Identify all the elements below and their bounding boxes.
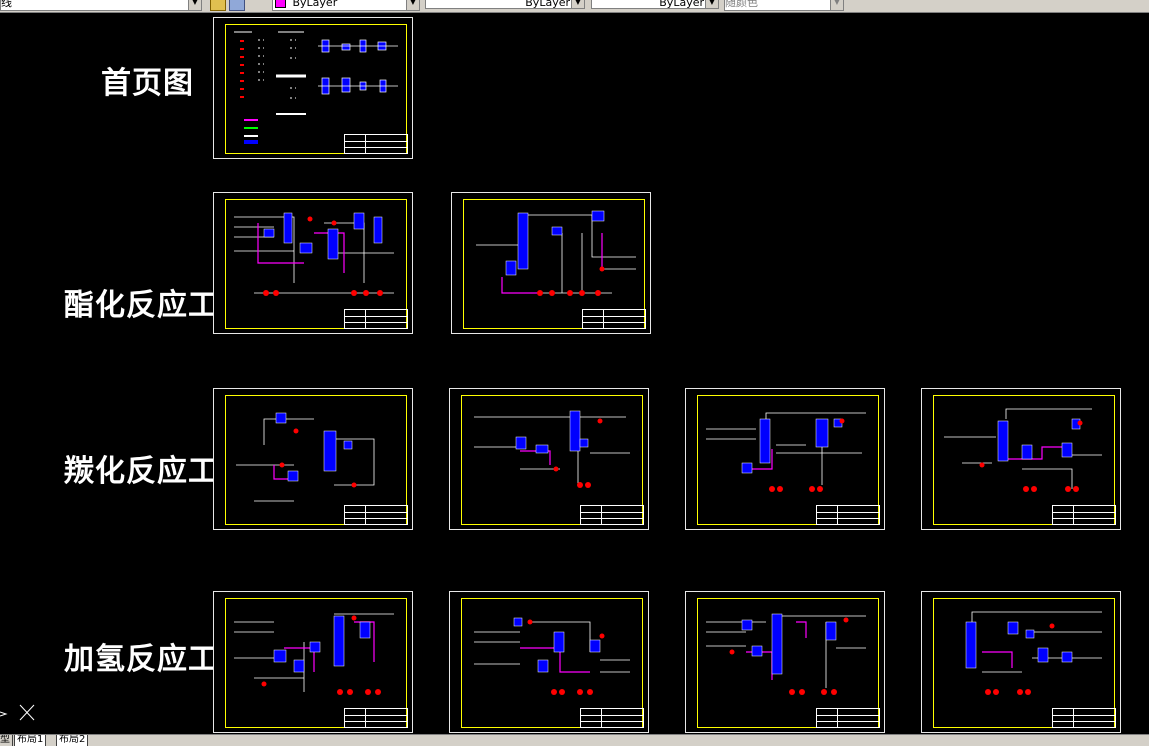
drawing-sheet-carbonylation-4[interactable]: [921, 388, 1121, 530]
chevron-down-icon[interactable]: ▼: [571, 0, 584, 8]
layer-previous-icon[interactable]: [229, 0, 245, 11]
drawing-sheet-esterification-1[interactable]: [213, 192, 413, 334]
tab-model[interactable]: 型: [0, 735, 13, 746]
drawing-sheet-carbonylation-3[interactable]: [685, 388, 885, 530]
title-block: [344, 708, 408, 728]
color-dropdown[interactable]: ByLayer ▼: [272, 0, 420, 11]
plotstyle-dropdown[interactable]: 随颜色 ▼: [724, 0, 844, 11]
layer-value: 线: [1, 0, 12, 9]
plotstyle-value: 随颜色: [725, 0, 758, 9]
title-block: [580, 505, 644, 525]
title-block: [816, 708, 880, 728]
chevron-down-icon[interactable]: ▼: [705, 0, 718, 8]
chevron-down-icon[interactable]: ▼: [406, 0, 419, 10]
drawing-sheet-cover[interactable]: [213, 17, 413, 159]
layer-states-icon[interactable]: [210, 0, 226, 11]
drawing-sheet-hydrogenation-4[interactable]: [921, 591, 1121, 733]
title-block: [344, 309, 408, 329]
drawing-sheet-carbonylation-2[interactable]: [449, 388, 649, 530]
title-block: [344, 134, 408, 154]
lineweight-value: ByLayer: [659, 0, 704, 9]
title-block: [344, 505, 408, 525]
color-value: ByLayer: [292, 0, 338, 9]
lineweight-dropdown[interactable]: ByLayer ▼: [591, 0, 719, 9]
tab-layout2[interactable]: 布局2: [56, 735, 89, 746]
chevron-down-icon[interactable]: ▼: [830, 0, 843, 10]
drawing-sheet-hydrogenation-3[interactable]: [685, 591, 885, 733]
linetype-value: ByLayer: [525, 0, 570, 9]
section-label-cover: 首页图: [101, 66, 194, 101]
title-block: [816, 505, 880, 525]
drawing-sheet-hydrogenation-1[interactable]: [213, 591, 413, 733]
layout-tab-bar: 型 布局1 布局2: [0, 734, 1149, 746]
title-block: [580, 708, 644, 728]
title-block: [1052, 505, 1116, 525]
color-swatch-icon: [275, 0, 286, 8]
layer-tools: [210, 0, 250, 11]
drawing-sheet-hydrogenation-2[interactable]: [449, 591, 649, 733]
linetype-dropdown[interactable]: ByLayer ▼: [425, 0, 585, 9]
title-block: [1052, 708, 1116, 728]
ucs-icon: [0, 704, 35, 721]
drawing-sheet-carbonylation-1[interactable]: [213, 388, 413, 530]
title-block: [582, 309, 646, 329]
drawing-sheet-esterification-2[interactable]: [451, 192, 651, 334]
tab-layout1[interactable]: 布局1: [14, 735, 47, 746]
chevron-down-icon[interactable]: ▼: [188, 0, 201, 10]
layer-dropdown[interactable]: 线 ▼: [0, 0, 202, 11]
properties-toolbar: 线 ▼ ByLayer ▼ ByLayer ▼ ByLayer ▼ 随颜色 ▼: [0, 0, 1149, 13]
